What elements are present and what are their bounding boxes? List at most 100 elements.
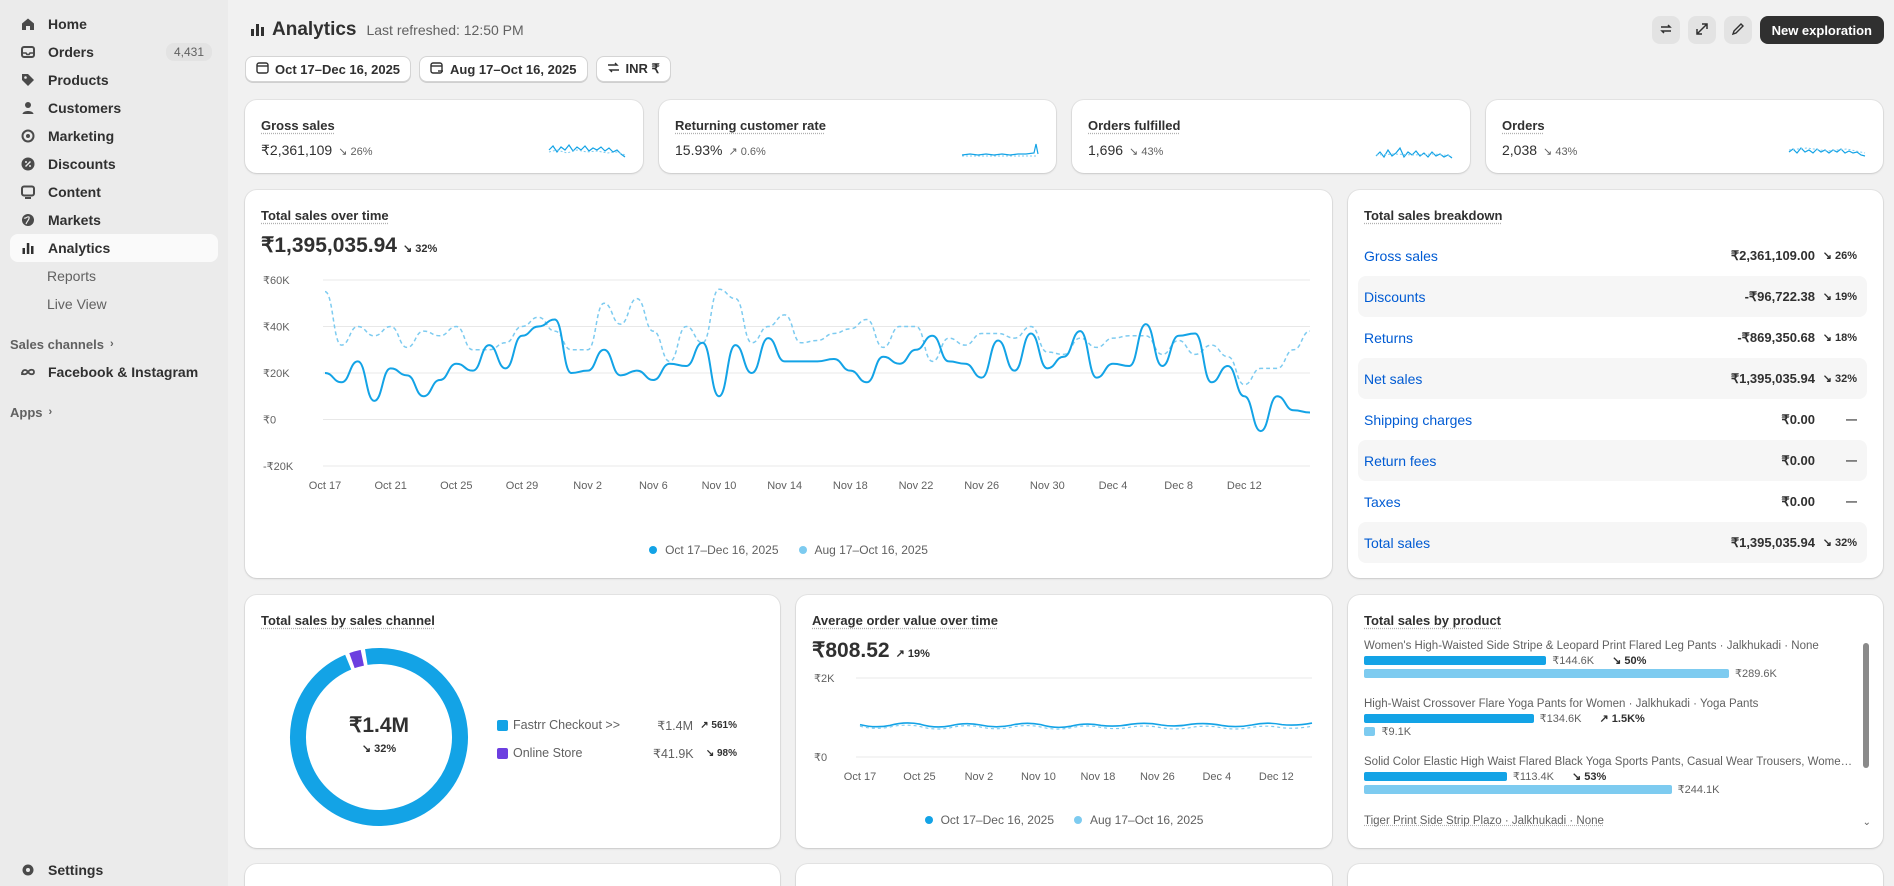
breakdown-row-value: ₹0.00	[1781, 494, 1815, 510]
breakdown-row[interactable]: Returns -₹869,350.68 ↘ 18%	[1358, 317, 1867, 358]
channel-change: ↘ 98%	[693, 748, 737, 759]
x-tick-label: Nov 10	[1021, 771, 1056, 783]
x-tick-label: Oct 25	[440, 480, 472, 492]
refresh-button[interactable]	[1652, 16, 1680, 44]
meta-icon	[20, 364, 36, 380]
sidebar-item-marketing[interactable]: Marketing	[10, 122, 218, 150]
apps-section[interactable]: Apps ›	[10, 398, 218, 426]
breakdown-row-change: ↘ 32%	[1815, 372, 1857, 385]
breakdown-row-label[interactable]: Return fees	[1364, 453, 1781, 469]
card-title[interactable]: Total sales by sales channel	[261, 613, 435, 628]
sidebar-item-settings[interactable]: Settings	[10, 856, 218, 884]
target-icon	[20, 128, 36, 144]
product-name: Women's High-Waisted Side Stripe & Leopa…	[1364, 640, 1858, 652]
product-item[interactable]: Solid Color Elastic High Waist Flared Bl…	[1364, 756, 1858, 814]
tag-icon	[20, 72, 36, 88]
sidebar-item-home[interactable]: Home	[10, 10, 218, 38]
channel-legend-item[interactable]: Online Store ₹41.9K ↘ 98%	[497, 739, 737, 767]
product-item[interactable]: Women's High-Waisted Side Stripe & Leopa…	[1364, 640, 1858, 698]
sidebar-item-discounts[interactable]: Discounts	[10, 150, 218, 178]
kpi-card-returning-customer-rate[interactable]: Returning customer rate 15.93% ↗ 0.6%	[659, 100, 1056, 173]
breakdown-row-value: ₹0.00	[1781, 412, 1815, 428]
card-title[interactable]: Total sales by product	[1364, 613, 1501, 628]
breakdown-row-label[interactable]: Net sales	[1364, 371, 1731, 387]
card-title[interactable]: Average order value over time	[812, 613, 998, 628]
fullscreen-button[interactable]	[1688, 16, 1716, 44]
breakdown-row[interactable]: Total sales ₹1,395,035.94 ↘ 32%	[1358, 522, 1867, 563]
edit-button[interactable]	[1724, 16, 1752, 44]
currency-picker[interactable]: INR ₹	[596, 56, 671, 82]
sidebar-item-live-view[interactable]: Live View	[10, 290, 218, 318]
kpi-sparkline	[1374, 138, 1454, 162]
breakdown-row-label[interactable]: Returns	[1364, 330, 1737, 346]
aov-line-chart[interactable]: ₹2K ₹0 Oct 17 Oct 25 Nov 2 Nov 10 Nov 18 Nov 26…	[796, 670, 1332, 790]
product-bar-previous	[1364, 669, 1729, 678]
breakdown-row[interactable]: Taxes ₹0.00 —	[1358, 481, 1867, 522]
sidebar-item-customers[interactable]: Customers	[10, 94, 218, 122]
sales-channels-section[interactable]: Sales channels ›	[10, 330, 218, 358]
card-title[interactable]: Total sales over time	[261, 208, 389, 223]
product-value-current: ₹113.4K	[1513, 770, 1554, 783]
y-tick-label: ₹0	[263, 415, 276, 427]
breakdown-row-label[interactable]: Taxes	[1364, 494, 1781, 510]
y-tick-label: ₹0	[814, 752, 827, 764]
breakdown-row-value: ₹2,361,109.00	[1731, 248, 1815, 264]
product-name: High-Waist Crossover Flare Yoga Pants fo…	[1364, 698, 1858, 710]
date-range-picker[interactable]: Oct 17–Dec 16, 2025	[245, 56, 411, 82]
card-title[interactable]: Total sales breakdown	[1364, 208, 1502, 223]
y-tick-label: ₹2K	[814, 673, 835, 685]
donut-slice[interactable]	[352, 658, 362, 661]
product-change: ↘ 50%	[1612, 654, 1646, 667]
kpi-card-orders[interactable]: Orders 2,038 ↘ 43%	[1486, 100, 1883, 173]
kpi-value: 2,038	[1502, 142, 1537, 158]
total-sales-line-chart[interactable]: ₹60K ₹40K ₹20K ₹0 -₹20K Oct 17 Oct 21 Oct 25 Oct…	[245, 270, 1332, 540]
breakdown-row-change: —	[1815, 496, 1857, 508]
sidebar-item-products[interactable]: Products	[10, 66, 218, 94]
breakdown-row-change: ↘ 32%	[1815, 536, 1857, 549]
sidebar-item-analytics[interactable]: Analytics	[10, 234, 218, 262]
kpi-card-orders-fulfilled[interactable]: Orders fulfilled 1,696 ↘ 43%	[1072, 100, 1470, 173]
chevron-down-icon[interactable]: ⌄	[1863, 817, 1871, 828]
sidebar-item-content[interactable]: Content	[10, 178, 218, 206]
kpi-card-gross-sales[interactable]: Gross sales ₹2,361,109 ↘ 26%	[245, 100, 643, 173]
kpi-sparkline	[1787, 138, 1867, 162]
compare-range-picker[interactable]: Aug 17–Oct 16, 2025	[419, 56, 587, 82]
breakdown-row-value: ₹1,395,035.94	[1731, 371, 1815, 387]
breakdown-row-value: ₹1,395,035.94	[1731, 535, 1815, 551]
sidebar-item-reports[interactable]: Reports	[10, 262, 218, 290]
y-tick-label: -₹20K	[263, 461, 294, 473]
total-sales-change: ↘ 32%	[403, 243, 437, 255]
x-tick-label: Nov 2	[573, 480, 602, 492]
partial-card	[245, 864, 780, 886]
sidebar-item-markets[interactable]: Markets	[10, 206, 218, 234]
legend-swatch	[497, 720, 508, 731]
product-value-previous: ₹9.1K	[1381, 725, 1411, 738]
breakdown-row-label[interactable]: Shipping charges	[1364, 412, 1781, 428]
x-tick-label: Nov 26	[964, 480, 999, 492]
scrollbar-thumb[interactable]	[1863, 643, 1869, 768]
kpi-title: Orders	[1502, 118, 1545, 133]
total-sales-value: ₹1,395,035.94	[261, 234, 397, 257]
sidebar-item-facebook-instagram[interactable]: Facebook & Instagram	[10, 358, 218, 386]
kpi-change: ↘ 43%	[1129, 146, 1163, 158]
new-exploration-button[interactable]: New exploration	[1760, 16, 1884, 44]
product-name[interactable]: Tiger Print Side Strip Plazo · Jalkhukad…	[1364, 815, 1604, 827]
breakdown-row-label[interactable]: Gross sales	[1364, 248, 1731, 264]
page-header: Analytics Last refreshed: 12:50 PM New e…	[250, 16, 1884, 44]
channel-change: ↗ 561%	[693, 720, 737, 731]
breakdown-row[interactable]: Return fees ₹0.00 —	[1358, 440, 1867, 481]
orders-count-badge: 4,431	[166, 43, 212, 61]
breakdown-row[interactable]: Gross sales ₹2,361,109.00 ↘ 26%	[1358, 235, 1867, 276]
expand-icon	[1695, 22, 1709, 39]
sidebar-item-orders[interactable]: Orders 4,431	[10, 38, 218, 66]
x-tick-label: Nov 18	[833, 480, 868, 492]
breakdown-row[interactable]: Discounts -₹96,722.38 ↘ 19%	[1358, 276, 1867, 317]
x-tick-label: Oct 17	[844, 771, 876, 783]
breakdown-row-label[interactable]: Discounts	[1364, 289, 1745, 305]
breakdown-row[interactable]: Shipping charges ₹0.00 —	[1358, 399, 1867, 440]
x-tick-label: Oct 29	[506, 480, 538, 492]
channel-legend-item[interactable]: Fastrr Checkout >> ₹1.4M ↗ 561%	[497, 711, 737, 739]
breakdown-row-label[interactable]: Total sales	[1364, 535, 1731, 551]
breakdown-row[interactable]: Net sales ₹1,395,035.94 ↘ 32%	[1358, 358, 1867, 399]
product-item[interactable]: High-Waist Crossover Flare Yoga Pants fo…	[1364, 698, 1858, 756]
